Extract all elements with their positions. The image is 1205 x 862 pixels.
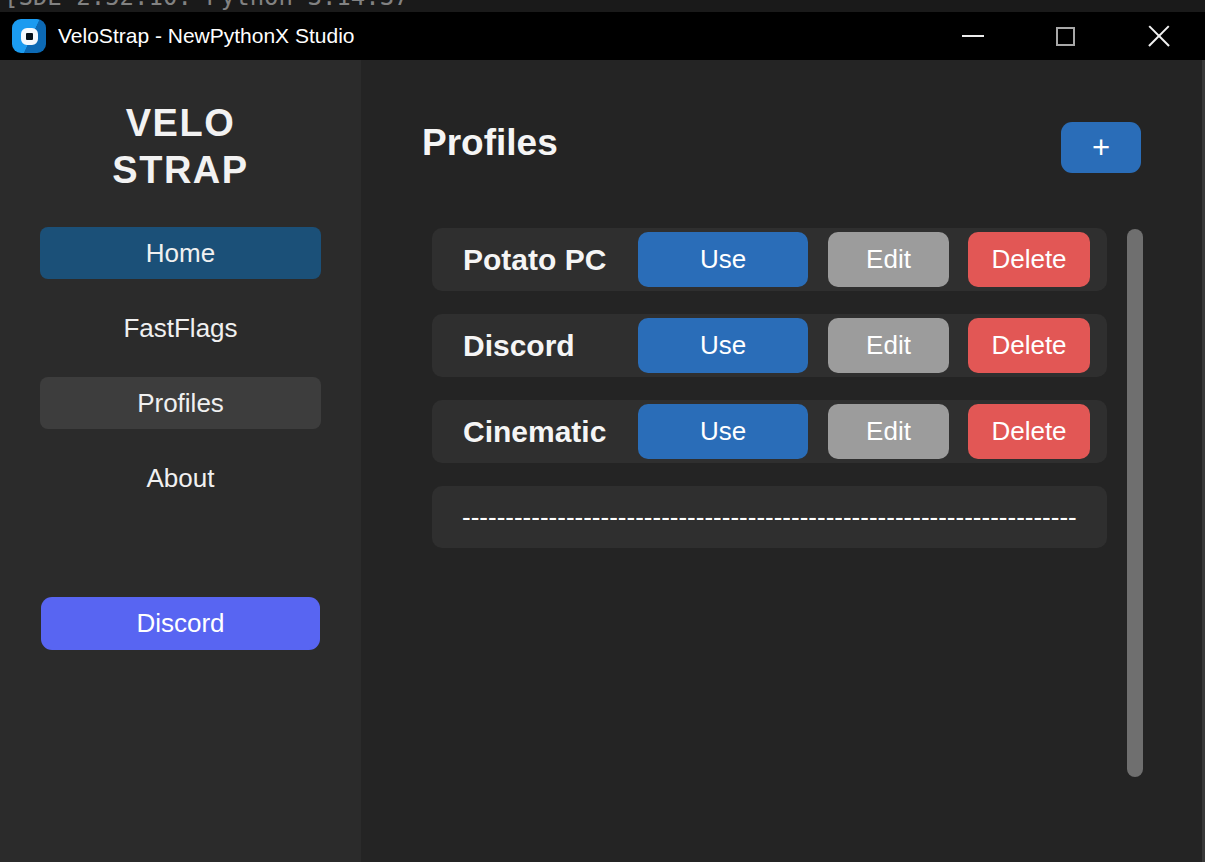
profile-row: Potato PC Use Edit Delete (432, 228, 1107, 291)
discord-button[interactable]: Discord (41, 597, 320, 650)
delete-button[interactable]: Delete (968, 404, 1090, 459)
use-button[interactable]: Use (638, 232, 808, 287)
sidebar-item-fastflags[interactable]: FastFlags (40, 302, 321, 354)
sidebar-item-home[interactable]: Home (40, 227, 321, 279)
profile-actions: Use Edit Delete (638, 404, 1090, 459)
background-window-strip: [SDE 2:52:10: Python 3.14.37 (0, 0, 1205, 12)
minimize-icon (962, 35, 984, 37)
use-button[interactable]: Use (638, 318, 808, 373)
app-logo-text: VELO STRAP (112, 100, 248, 194)
edit-button[interactable]: Edit (828, 404, 949, 459)
window-body: VELO STRAP Home FastFlags Profiles About… (0, 60, 1205, 862)
window-controls (926, 12, 1205, 60)
sidebar: VELO STRAP Home FastFlags Profiles About… (0, 60, 361, 862)
delete-button[interactable]: Delete (968, 232, 1090, 287)
app-icon (12, 19, 46, 53)
close-icon (1147, 24, 1171, 48)
profile-actions: Use Edit Delete (638, 318, 1090, 373)
add-profile-button[interactable]: + (1061, 122, 1141, 173)
profile-row: Cinematic Use Edit Delete (432, 400, 1107, 463)
profile-actions: Use Edit Delete (638, 232, 1090, 287)
maximize-icon (1056, 27, 1075, 46)
page-title: Profiles (422, 122, 558, 164)
vertical-scrollbar-thumb[interactable] (1127, 229, 1143, 777)
close-button[interactable] (1112, 12, 1205, 60)
sidebar-item-about[interactable]: About (40, 452, 321, 504)
profile-name: Cinematic (463, 415, 606, 449)
clipped-log-text: [SDE 2:52:10: Python 3.14.37 (4, 0, 409, 11)
profiles-list: Potato PC Use Edit Delete Discord Use Ed… (432, 228, 1107, 548)
delete-button[interactable]: Delete (968, 318, 1090, 373)
window-title: VeloStrap - NewPythonX Studio (58, 24, 355, 48)
maximize-button[interactable] (1019, 12, 1112, 60)
profile-row: Discord Use Edit Delete (432, 314, 1107, 377)
sidebar-item-profiles[interactable]: Profiles (40, 377, 321, 429)
profile-name: Potato PC (463, 243, 606, 277)
edit-button[interactable]: Edit (828, 232, 949, 287)
main-content: Profiles + Potato PC Use Edit Delete Dis… (361, 60, 1205, 862)
profile-name: Discord (463, 329, 575, 363)
app-icon-ring (21, 28, 38, 45)
minimize-button[interactable] (926, 12, 1019, 60)
sidebar-nav: Home FastFlags Profiles About (40, 227, 321, 527)
edit-button[interactable]: Edit (828, 318, 949, 373)
placeholder-row: ----------------------------------------… (432, 486, 1107, 548)
use-button[interactable]: Use (638, 404, 808, 459)
titlebar[interactable]: VeloStrap - NewPythonX Studio (0, 12, 1205, 60)
